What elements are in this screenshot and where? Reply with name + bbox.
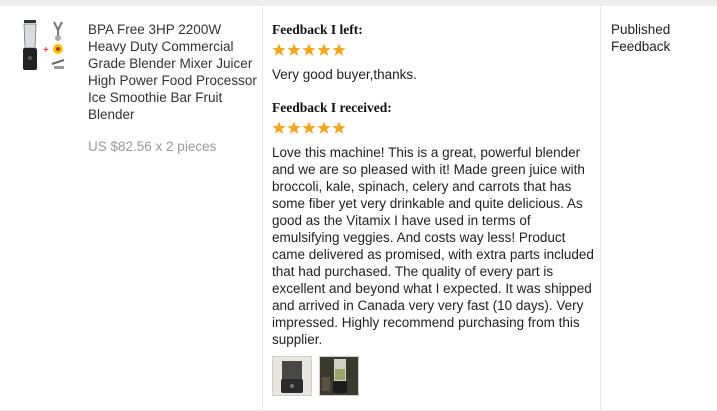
- star-icon: [287, 43, 301, 56]
- column-divider: [600, 6, 601, 411]
- star-icon: [272, 43, 286, 56]
- feedback-left-text: Very good buyer,thanks.: [272, 67, 417, 82]
- feedback-received-text: Love this machine! This is a great, powe…: [272, 145, 594, 347]
- feedback-left-stars: [272, 43, 346, 57]
- star-icon: [332, 43, 346, 56]
- star-icon: [317, 43, 331, 56]
- review-photo-1[interactable]: [272, 356, 312, 396]
- product-thumbnail[interactable]: +: [18, 18, 74, 74]
- photo-thumbnail-icon: [273, 357, 311, 395]
- feedback-left-heading: Feedback I left:: [272, 22, 363, 37]
- top-strip: [0, 0, 717, 6]
- product-title[interactable]: BPA Free 3HP 2200W Heavy Duty Commercial…: [88, 21, 258, 123]
- star-icon: [287, 121, 301, 134]
- star-icon: [302, 121, 316, 134]
- star-icon: [272, 121, 286, 134]
- feedback-status: Published Feedback: [611, 22, 671, 54]
- blender-icon: +: [23, 20, 65, 70]
- review-photo-2[interactable]: [319, 356, 359, 396]
- feedback-received-heading: Feedback I received:: [272, 100, 392, 115]
- svg-text:+: +: [43, 45, 49, 56]
- photo-thumbnail-icon: [320, 357, 358, 395]
- product-price: US $82.56 x 2 pieces: [88, 139, 217, 154]
- column-divider: [262, 6, 263, 411]
- star-icon: [332, 121, 346, 134]
- star-icon: [302, 43, 316, 56]
- feedback-received-stars: [272, 121, 346, 135]
- star-icon: [317, 121, 331, 134]
